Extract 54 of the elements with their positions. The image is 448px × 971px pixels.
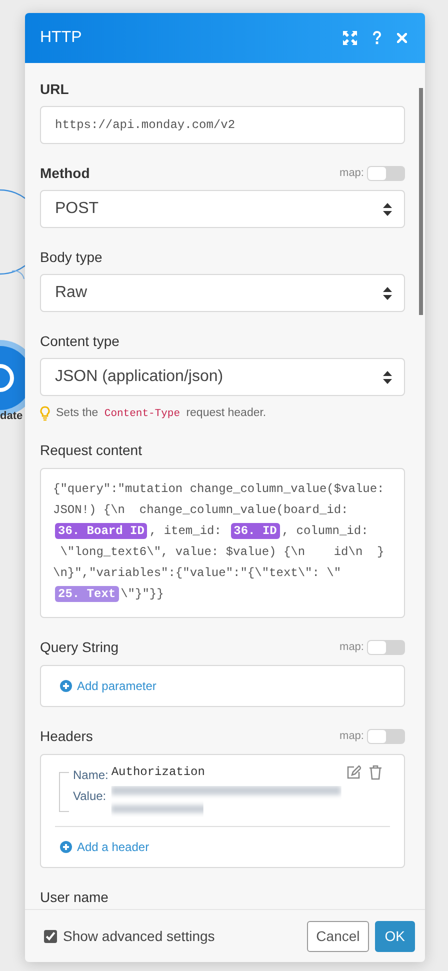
field-label: User name (40, 889, 108, 905)
request-content-field[interactable] (40, 468, 405, 618)
scrollbar[interactable] (419, 88, 423, 315)
mapped-value-tag[interactable]: 36. ID (230, 523, 280, 539)
code-text: , item_id: (149, 524, 222, 538)
field-label: Body type (40, 249, 102, 265)
field-label: Request content (40, 442, 142, 458)
lightbulb-icon (40, 406, 50, 421)
plus-circle-icon[interactable] (60, 680, 72, 692)
add-header-link[interactable]: Add a header (77, 840, 150, 854)
help-icon[interactable] (371, 30, 383, 46)
map-label: map: (340, 167, 364, 179)
select-arrows-icon (383, 202, 392, 216)
ok-button[interactable]: OK (374, 920, 415, 952)
map-label: map: (340, 641, 364, 653)
node-caption: date (0, 410, 23, 422)
code-text: \"long_text6\", value: $value) {\n id\n } (59, 545, 384, 559)
map-toggle[interactable] (367, 728, 405, 744)
select-field[interactable]: Raw (40, 274, 405, 312)
checkbox-label: Show advanced settings (63, 928, 216, 944)
header-name-label: Name: (73, 768, 108, 782)
add-parameter-link[interactable]: Add parameter (77, 679, 156, 693)
code-text: , column_id: (282, 524, 368, 538)
select-field[interactable]: JSON (application/json) (40, 358, 405, 396)
map-toggle[interactable] (367, 640, 405, 654)
mapped-value-tag[interactable]: 25. Text (55, 586, 119, 602)
field-label: Headers (40, 728, 93, 744)
advanced-settings-checkbox[interactable] (44, 930, 57, 942)
cancel-button[interactable]: Cancel (307, 920, 369, 952)
close-icon[interactable] (397, 33, 407, 43)
field-label: Content type (40, 333, 120, 349)
select-arrows-icon (383, 370, 392, 384)
map-toggle[interactable] (367, 166, 405, 180)
header-value-label: Value: (73, 789, 108, 803)
field-label: URL (40, 81, 69, 97)
code-text: JSON!) {\n change_column_value(board_id: (53, 503, 348, 517)
field-label: Method (40, 165, 90, 181)
hint-text: Sets the Content-Type request header. (56, 407, 266, 420)
trash-icon[interactable] (369, 765, 382, 780)
code-text: \n}","variables":{"value":"{\"text\": \" (53, 566, 342, 580)
header-name-value: Authorization (111, 765, 206, 779)
map-label: map: (340, 730, 364, 742)
field-label: Query String (40, 639, 119, 655)
expand-icon[interactable] (343, 31, 357, 45)
url-input[interactable]: https://api.monday.com/v2 (40, 106, 405, 144)
code-text: {"query":"mutation change_column_value($value: (53, 482, 384, 496)
tree-connector (59, 772, 69, 812)
dialog-title: HTTP (40, 29, 83, 47)
select-arrows-icon (383, 286, 392, 300)
plus-circle-icon[interactable] (60, 841, 72, 853)
code-text: \"}"}} (120, 587, 164, 601)
select-field[interactable]: POST (40, 190, 405, 228)
edit-icon[interactable] (346, 765, 361, 780)
mapped-value-tag[interactable]: 36. Board ID (55, 523, 148, 539)
